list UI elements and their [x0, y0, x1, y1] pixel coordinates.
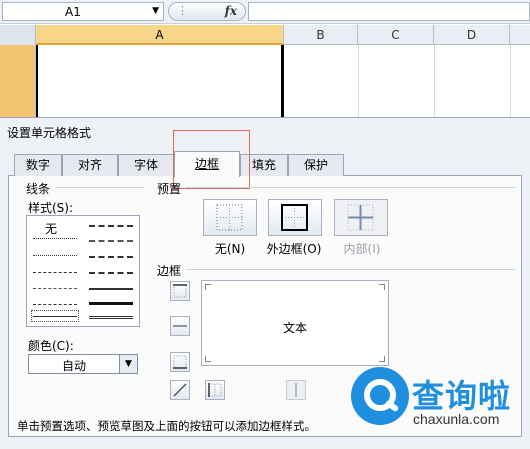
border-bottom-icon	[173, 355, 187, 369]
line-style-selected-indicator	[31, 310, 79, 322]
column-header-a[interactable]: A	[36, 25, 284, 45]
tab-highlight-box	[173, 130, 250, 189]
column-header-b[interactable]: B	[284, 25, 358, 45]
preview-corner-mark	[379, 284, 385, 290]
presets-group-divider	[186, 187, 516, 188]
preview-corner-mark	[205, 284, 211, 290]
dialog-title: 设置单元格格式	[7, 126, 92, 140]
line-style-dashed[interactable]	[33, 304, 77, 305]
formula-input[interactable]	[248, 2, 530, 21]
line-style-dotted[interactable]	[33, 255, 77, 256]
preset-none-icon	[216, 204, 243, 231]
worksheet-grid[interactable]	[0, 45, 530, 125]
border-preview[interactable]: 文本	[201, 280, 389, 366]
border-inside-vertical-icon	[295, 383, 297, 397]
line-style-medium[interactable]	[89, 288, 133, 290]
border-top-icon	[173, 284, 187, 298]
line-group-label: 线条	[26, 182, 51, 196]
line-style-medium-dash-dot[interactable]	[89, 256, 133, 258]
grid-line	[434, 45, 435, 125]
row-header[interactable]	[0, 45, 36, 125]
insert-function-button[interactable]: fx	[225, 4, 237, 18]
name-box[interactable]: A1 ▼	[2, 2, 164, 21]
preset-none-button[interactable]	[203, 199, 257, 236]
border-inside-vertical-button[interactable]	[286, 380, 306, 400]
line-style-slanted-dash-dot[interactable]	[89, 240, 133, 242]
tab-font[interactable]: 字体	[118, 154, 174, 176]
hint-text: 单击预置选项、预览草图及上面的按钮可以添加边框样式。	[17, 419, 316, 433]
preset-inside-icon	[347, 204, 374, 231]
border-left-button[interactable]	[205, 380, 225, 400]
insert-function-area[interactable]: ⋮ fx	[168, 2, 246, 21]
line-style-list[interactable]: 无	[26, 215, 140, 327]
watermark-url: chaxunla.com	[413, 411, 500, 427]
border-diagonal-up-icon	[173, 383, 187, 397]
tab-protection[interactable]: 保护	[288, 154, 344, 176]
name-box-value: A1	[65, 5, 81, 19]
column-header-c[interactable]: C	[358, 25, 434, 45]
line-style-dash-dot-dot[interactable]	[33, 272, 77, 273]
presets-group-label: 预置	[157, 182, 182, 196]
border-group-divider	[186, 269, 516, 270]
search-icon-handle	[384, 399, 400, 413]
line-style-dash-dot[interactable]	[33, 288, 77, 289]
watermark-logo-icon	[351, 367, 409, 425]
column-headers: A B C D	[0, 25, 530, 45]
preview-corner-mark	[205, 356, 211, 362]
border-left-icon	[208, 383, 222, 397]
line-group-divider	[56, 187, 144, 188]
column-header-d[interactable]: D	[434, 25, 510, 45]
select-all-corner[interactable]	[0, 25, 36, 45]
tab-number[interactable]: 数字	[14, 154, 62, 176]
preview-text: 文本	[282, 321, 307, 335]
border-inside-horizontal-icon	[173, 325, 187, 327]
name-box-dropdown-icon[interactable]: ▼	[152, 6, 159, 16]
line-style-none[interactable]: 无	[45, 220, 57, 237]
preset-inside-button[interactable]	[334, 199, 388, 236]
preset-outline-icon	[281, 204, 308, 231]
line-style-thick[interactable]	[89, 302, 133, 305]
grid-line	[358, 45, 359, 125]
chevron-down-icon[interactable]: ▼	[119, 355, 137, 373]
tab-alignment[interactable]: 对齐	[62, 154, 118, 176]
line-style-medium-dashed[interactable]	[89, 272, 133, 274]
formula-bar-grip-icon: ⋮	[177, 4, 188, 17]
border-top-button[interactable]	[170, 281, 190, 301]
color-dropdown-value: 自动	[61, 359, 86, 373]
line-style-hairline[interactable]	[33, 238, 77, 239]
border-inside-horizontal-button[interactable]	[170, 316, 190, 336]
preview-corner-mark	[379, 356, 385, 362]
line-style-medium-dash-dot-dot[interactable]	[89, 225, 133, 227]
preset-inside-label: 内部(I)	[343, 242, 381, 256]
border-group-label: 边框	[157, 264, 182, 278]
border-bottom-button[interactable]	[170, 352, 190, 372]
color-label: 颜色(C):	[28, 339, 74, 353]
grid-line	[510, 45, 511, 125]
color-dropdown[interactable]: 自动 ▼	[28, 354, 138, 374]
line-style-double[interactable]	[89, 316, 133, 319]
selected-cell-a1[interactable]	[36, 45, 284, 125]
border-diagonal-up-button[interactable]	[170, 380, 190, 400]
preset-outline-button[interactable]	[268, 199, 322, 236]
line-style-label: 样式(S):	[28, 201, 74, 215]
formula-bar: A1 ▼ ⋮ fx	[0, 0, 530, 24]
